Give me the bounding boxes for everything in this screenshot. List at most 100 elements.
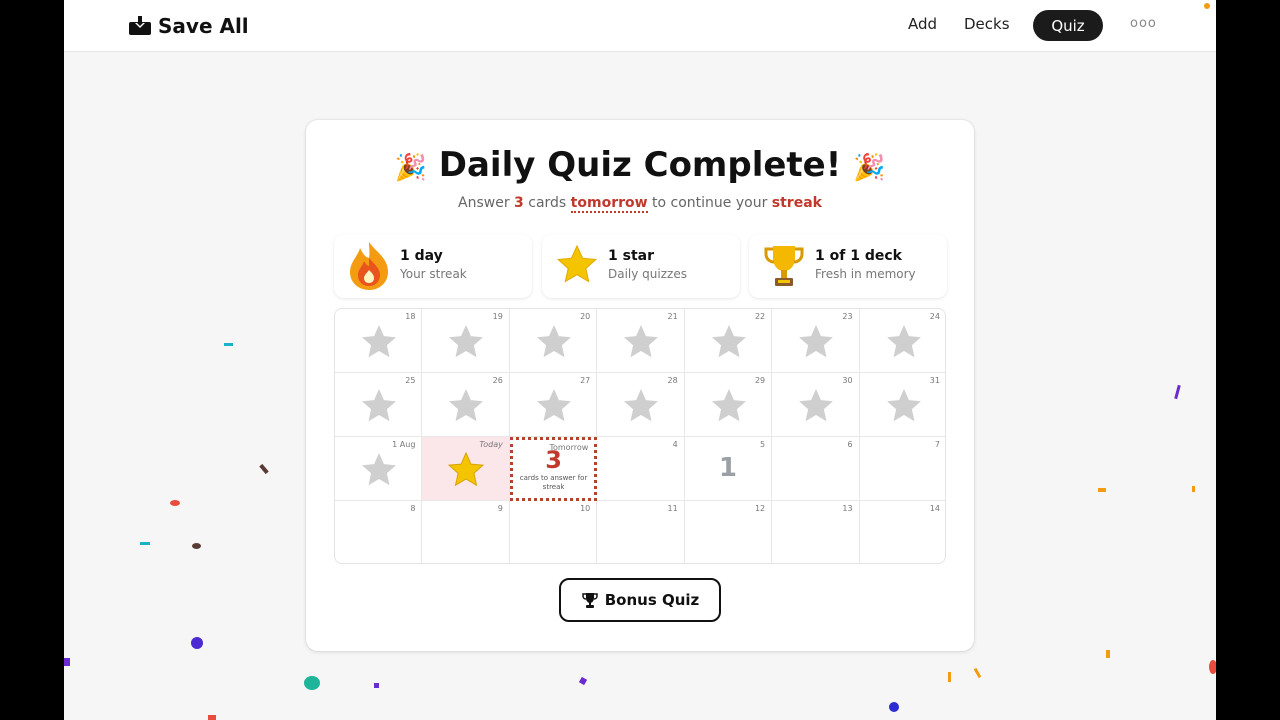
grey-star-icon [362, 389, 396, 422]
confetti-piece [170, 500, 180, 506]
day-number: 5 [760, 440, 766, 449]
calendar-day: 30 [772, 373, 860, 437]
confetti-piece [140, 542, 150, 545]
decks-label: Fresh in memory [815, 267, 916, 281]
calendar-day: 10 [510, 501, 598, 563]
confetti-piece [1106, 650, 1110, 658]
day-number: 20 [580, 312, 591, 321]
day-number: 29 [754, 376, 766, 385]
grey-star-icon [362, 453, 396, 486]
calendar-day: 9 [422, 501, 510, 563]
grey-star-icon [536, 325, 571, 358]
stars-label: Daily quizzes [608, 267, 687, 281]
confetti-piece [192, 543, 201, 549]
stat-decks: 1 of 1 deck Fresh in memory [749, 234, 947, 298]
grey-star-icon [711, 389, 746, 422]
confetti-piece [304, 676, 320, 690]
title-text: Daily Quiz Complete! [438, 145, 842, 185]
subtitle-text: to continue your [647, 195, 772, 211]
confetti-piece [208, 715, 216, 720]
grey-star-icon [536, 389, 571, 422]
logo[interactable]: Save All [128, 14, 249, 38]
day-number: 8 [410, 504, 416, 513]
confetti-piece [948, 672, 951, 682]
streak-value: 1 day [400, 248, 443, 264]
flame-icon [350, 242, 388, 290]
calendar-day: 8 [335, 501, 423, 563]
calendar-day: 28 [597, 373, 685, 437]
confetti-piece [1192, 486, 1195, 492]
nav-add-link[interactable]: Add [908, 15, 937, 33]
decks-value: 1 of 1 deck [815, 248, 902, 264]
stat-streak: 1 day Your streak [334, 234, 532, 298]
confetti-piece [259, 463, 269, 475]
nav-quiz-button[interactable]: Quiz [1033, 10, 1103, 41]
day-number: 28 [667, 376, 678, 385]
party-popper-icon: 🎉 [853, 153, 886, 183]
confetti-piece [1174, 384, 1181, 400]
calendar-day: 24 [859, 309, 945, 373]
calendar-day: Tomorrow 3 cards to answer for streak [509, 437, 598, 501]
day-number: 25 [405, 376, 416, 385]
nav-decks-link[interactable]: Decks [964, 15, 1010, 33]
day-number: 14 [929, 504, 940, 513]
grey-star-icon [449, 389, 484, 422]
day-number: 31 [929, 376, 940, 385]
logo-text: Save All [158, 14, 249, 38]
cards-due-note: cards to answer for streak [519, 474, 588, 491]
subtitle-text: Answer [458, 195, 515, 211]
day-number: 13 [842, 504, 853, 513]
confetti-piece [64, 658, 70, 666]
trophy-icon [764, 246, 804, 286]
calendar-day: 22 [684, 309, 773, 373]
grey-star-icon [624, 325, 659, 358]
day-number: 1 Aug [392, 440, 416, 449]
day-number: 23 [842, 312, 853, 321]
calendar-day: 23 [772, 309, 860, 373]
calendar-day: 6 [772, 437, 860, 501]
calendar-day: 19 [422, 309, 510, 373]
confetti-piece [973, 667, 982, 679]
calendar-day: 21 [597, 309, 685, 373]
calendar-day: 12 [685, 501, 773, 563]
grey-star-icon [624, 389, 659, 422]
day-number: 12 [754, 504, 766, 513]
grey-star-icon [449, 325, 484, 358]
calendar-day: 14 [860, 501, 945, 563]
grey-star-icon [711, 325, 746, 358]
day-number: 4 [672, 440, 678, 449]
subtitle-text: cards [523, 195, 571, 211]
calendar-day: 11 [597, 501, 685, 563]
grey-star-icon [799, 389, 834, 422]
day-number: 26 [492, 376, 503, 385]
calendar-day: 31 [859, 373, 945, 437]
trophy-icon [581, 593, 598, 608]
tomorrow-link[interactable]: tomorrow [570, 195, 648, 213]
page-title: 🎉 Daily Quiz Complete! 🎉 [306, 145, 974, 185]
day-number: 10 [580, 504, 591, 513]
streak-label: Your streak [400, 267, 467, 281]
day-number: 11 [667, 504, 678, 513]
stars-value: 1 star [608, 248, 654, 264]
day-number: 27 [580, 376, 591, 385]
day-number: 7 [934, 440, 940, 449]
cards-due-count: 1 [718, 453, 737, 483]
calendar-day: 4 [597, 437, 685, 501]
more-menu-icon[interactable]: ooo [1130, 16, 1157, 31]
day-number: 30 [842, 376, 853, 385]
calendar-day: 29 [684, 373, 773, 437]
calendar-day: 25 [335, 373, 423, 437]
confetti-piece [224, 343, 233, 346]
confetti-piece [889, 702, 899, 712]
confetti-piece [374, 683, 379, 688]
calendar-day: 51 [684, 437, 773, 501]
grey-star-icon [886, 325, 921, 358]
quiz-complete-card: 🎉 Daily Quiz Complete! 🎉 Answer 3 cards … [306, 120, 974, 651]
app-window: Save All Add Decks Quiz ooo 🎉 Daily Quiz… [64, 0, 1216, 720]
bonus-quiz-button[interactable]: Bonus Quiz [559, 578, 721, 622]
download-tray-icon [129, 16, 151, 35]
day-number: Today [479, 440, 503, 449]
day-number: 24 [929, 312, 940, 321]
streak-word: streak [771, 195, 822, 211]
calendar-day: 7 [859, 437, 945, 501]
